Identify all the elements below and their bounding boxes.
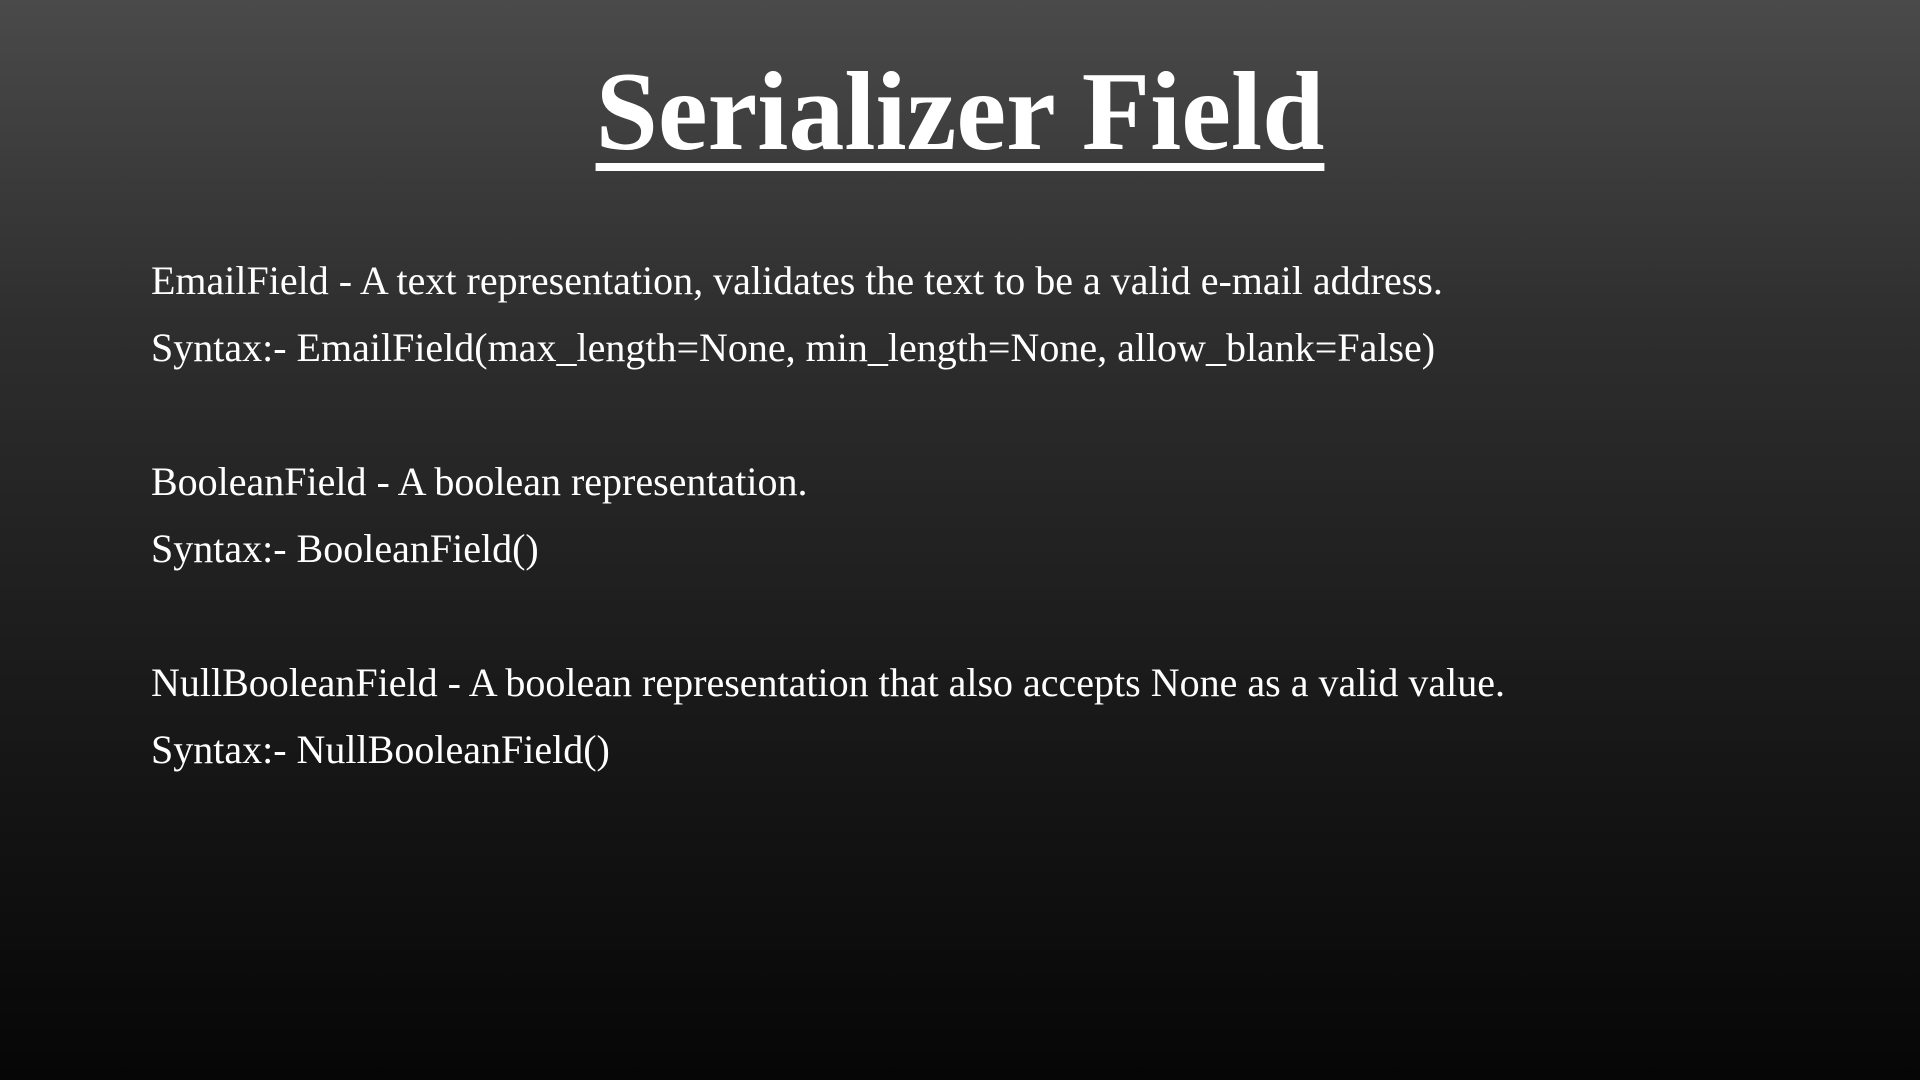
field-description: NullBooleanField - A boolean representat… <box>151 660 1506 705</box>
field-block-emailfield: EmailField - A text representation, vali… <box>151 247 1851 381</box>
field-syntax: Syntax:- BooleanField() <box>151 526 539 571</box>
field-block-nullbooleanfield: NullBooleanField - A boolean representat… <box>151 649 1851 783</box>
field-syntax: Syntax:- EmailField(max_length=None, min… <box>151 325 1436 370</box>
field-block-booleanfield: BooleanField - A boolean representation.… <box>151 448 1851 582</box>
slide-title: Serializer Field <box>595 50 1325 174</box>
presentation-slide: Serializer Field EmailField - A text rep… <box>0 0 1920 1080</box>
field-description: BooleanField - A boolean representation. <box>151 459 808 504</box>
field-description: EmailField - A text representation, vali… <box>151 258 1443 303</box>
slide-content: EmailField - A text representation, vali… <box>151 247 1851 850</box>
field-syntax: Syntax:- NullBooleanField() <box>151 727 610 772</box>
